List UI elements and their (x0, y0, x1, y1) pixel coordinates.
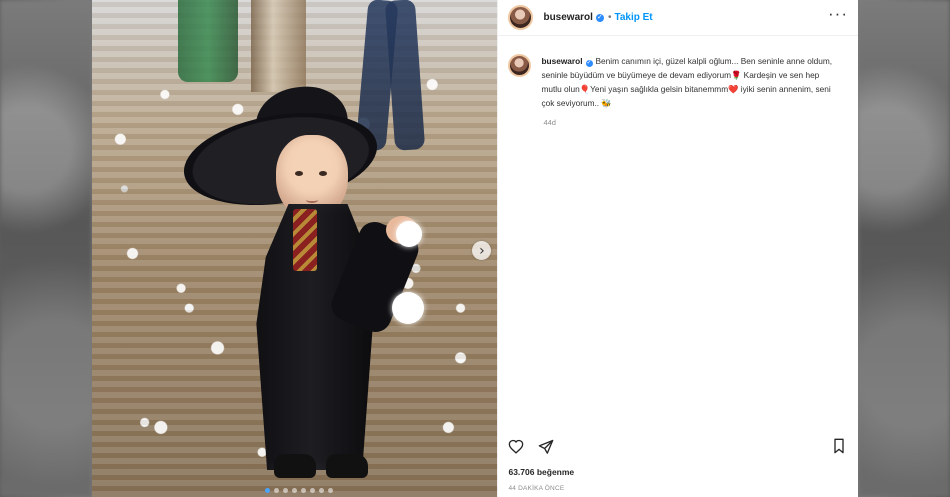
snow-clump (396, 221, 422, 247)
post-actions (507, 436, 848, 456)
striped-scarf (293, 209, 317, 271)
caption-text: busewarol ✓ Benim canımın içi, güzel kalpl… (541, 54, 841, 110)
post-photo[interactable]: › (92, 0, 498, 497)
post-details-panel: busewarol ✓ • Takip Et ··· busewarol ✓ Ben… (497, 0, 858, 497)
profile-avatar[interactable] (508, 5, 534, 30)
post-header: busewarol ✓ • Takip Et ··· (498, 0, 858, 36)
child-in-wizard-costume (177, 80, 424, 497)
background-tree (178, 0, 238, 82)
caption-username[interactable]: busewarol (541, 56, 582, 66)
carousel-dots (264, 488, 333, 493)
caption-verified-badge-icon: ✓ (585, 60, 593, 67)
right-blurred-background (858, 0, 950, 497)
background-tree-trunk (251, 0, 306, 92)
follow-button[interactable]: Takip Et (614, 12, 652, 23)
eye (295, 171, 303, 176)
verified-badge-icon: ✓ (595, 13, 604, 22)
eye (319, 171, 327, 176)
send-icon[interactable] (537, 437, 555, 455)
carousel-dot (282, 488, 288, 493)
like-count[interactable]: 63.706 beğenme (508, 467, 574, 477)
carousel-dot (300, 488, 306, 493)
carousel-dot (327, 488, 333, 493)
carousel-dot-active (264, 488, 270, 493)
separator-dot: • (607, 12, 612, 23)
carousel-dot (309, 488, 315, 493)
relative-post-time: 44d (543, 118, 556, 127)
shoe (274, 454, 316, 478)
screenshot-stage: › busewarol ✓ • Takip Et ··· busewarol ✓… (0, 0, 950, 497)
post-timestamp: 44 DAKİKA ÖNCE (508, 485, 565, 492)
more-options-icon[interactable]: ··· (828, 5, 848, 22)
mouth (306, 197, 318, 203)
shoe (326, 454, 368, 478)
caption-avatar[interactable] (508, 54, 532, 77)
carousel-dot (273, 488, 279, 493)
instagram-post: › busewarol ✓ • Takip Et ··· busewarol ✓… (92, 0, 858, 497)
carousel-next-button[interactable]: › (472, 241, 492, 260)
carousel-dot (318, 488, 324, 493)
profile-username[interactable]: busewarol (543, 12, 592, 23)
post-caption-row: busewarol ✓ Benim canımın içi, güzel kalpl… (508, 54, 848, 110)
heart-icon[interactable] (507, 437, 525, 455)
left-blurred-background (0, 0, 92, 497)
bookmark-icon[interactable] (830, 437, 848, 455)
snow-clump (392, 292, 424, 324)
carousel-dot (291, 488, 297, 493)
